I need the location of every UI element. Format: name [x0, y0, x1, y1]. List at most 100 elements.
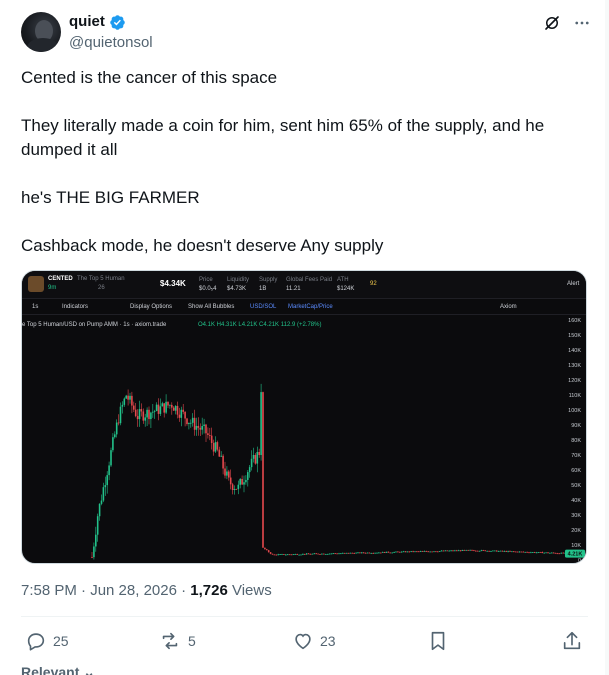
candle-body: [332, 553, 335, 555]
candle-body: [380, 552, 382, 554]
candle-body: [106, 475, 108, 486]
candle-body: [475, 550, 477, 552]
repost-button[interactable]: 5: [158, 630, 196, 652]
candle-body: [469, 549, 471, 551]
candle-body: [370, 553, 373, 554]
reply-button[interactable]: 25: [25, 630, 69, 652]
candle-body: [435, 551, 437, 553]
candle-body: [446, 550, 449, 552]
candle-body: [165, 401, 167, 413]
candle-body: [334, 553, 336, 555]
candle-body: [545, 552, 547, 554]
tweet-timestamp[interactable]: 7:58 PM · Jun 28, 2026 ·: [21, 582, 190, 599]
candle-body: [258, 451, 260, 456]
candle-body: [554, 552, 557, 554]
author-handle[interactable]: @quietonsol: [69, 34, 153, 52]
y-tick-label: 130K: [568, 363, 581, 369]
candle-body: [180, 409, 183, 418]
bookmark-button[interactable]: [427, 630, 449, 652]
candle-body: [266, 549, 268, 551]
candle-body: [315, 553, 317, 555]
sort-label: Relevant: [21, 664, 80, 675]
repost-icon: [162, 632, 178, 650]
candle-body: [307, 553, 310, 555]
candle-body: [480, 550, 483, 551]
candle-body: [338, 553, 340, 555]
candle-body: [248, 467, 251, 473]
candle-body: [431, 551, 433, 553]
candle-body: [343, 552, 346, 554]
candle-body: [252, 454, 255, 459]
candle-body: [169, 404, 171, 406]
y-tick-label: 0: [578, 558, 581, 564]
y-tick-label: 50K: [571, 483, 581, 489]
candle-body: [121, 404, 124, 407]
share-button[interactable]: [561, 630, 583, 652]
candle-body: [138, 409, 141, 420]
candle-body: [127, 395, 129, 400]
candle-body: [201, 425, 203, 430]
like-button[interactable]: 23: [292, 630, 336, 652]
candle-body: [317, 553, 319, 555]
more-options-icon[interactable]: [573, 14, 591, 32]
candle-body: [378, 552, 380, 554]
candle-body: [539, 551, 542, 553]
share-icon: [563, 631, 581, 650]
candle-body: [528, 552, 530, 554]
candle-body: [385, 551, 388, 553]
candle-body: [513, 551, 515, 553]
candle-body: [347, 552, 350, 554]
candle-body: [490, 551, 492, 552]
candle-body: [108, 465, 110, 476]
author-name[interactable]: quiet: [69, 13, 105, 31]
chevron-down-icon: ⌄: [83, 664, 95, 675]
candle-body: [560, 552, 563, 554]
y-tick-label: 60K: [571, 468, 581, 474]
candle-body: [233, 488, 236, 491]
candle-body: [465, 549, 468, 551]
avatar[interactable]: [21, 12, 61, 52]
reply-icon: [27, 633, 45, 651]
candle-body: [558, 553, 561, 555]
candle-body: [197, 425, 200, 428]
candle-body: [279, 554, 281, 556]
grok-icon[interactable]: [543, 14, 561, 32]
y-tick-label: 140K: [568, 348, 581, 354]
candle-body: [292, 554, 295, 556]
candle-body: [459, 550, 462, 552]
candle-body: [264, 547, 266, 550]
current-value-label: 4.21K: [568, 552, 583, 558]
candle-body: [351, 552, 354, 554]
candle-body: [509, 550, 511, 552]
tweet-media-chart-screenshot[interactable]: CENTED The Top 5 Human 9m 26 $4.34K Pric…: [21, 270, 587, 564]
candle-body: [326, 553, 329, 555]
candle-body: [514, 551, 517, 553]
sort-relevant-dropdown[interactable]: Relevant ⌄: [21, 664, 95, 675]
candle-body: [526, 551, 528, 553]
tweet-meta: 7:58 PM · Jun 28, 2026 · 1,726 Views: [21, 582, 272, 600]
views-count: 1,726: [190, 582, 228, 599]
candle-body: [494, 550, 496, 552]
candle-body: [532, 552, 534, 553]
candle-body: [146, 409, 148, 418]
candle-body: [537, 551, 540, 553]
candle-body: [214, 442, 217, 452]
candle-body: [476, 550, 479, 552]
candle-body: [359, 552, 361, 554]
candle-body: [220, 455, 222, 457]
candle-body: [518, 551, 521, 553]
candle-body: [290, 554, 293, 556]
candle-body: [456, 550, 458, 552]
candle-body: [281, 554, 283, 555]
candle-body: [418, 551, 420, 553]
candle-body: [376, 552, 378, 554]
candle-body: [311, 553, 314, 555]
candle-body: [484, 550, 487, 552]
candle-body: [482, 550, 485, 551]
candle-body: [133, 405, 135, 410]
candle-body: [408, 551, 411, 553]
page-scrollbar[interactable]: [605, 0, 609, 675]
author-name-row[interactable]: quiet: [69, 13, 126, 31]
candle-body: [549, 552, 551, 554]
y-tick-label: 70K: [571, 453, 581, 459]
